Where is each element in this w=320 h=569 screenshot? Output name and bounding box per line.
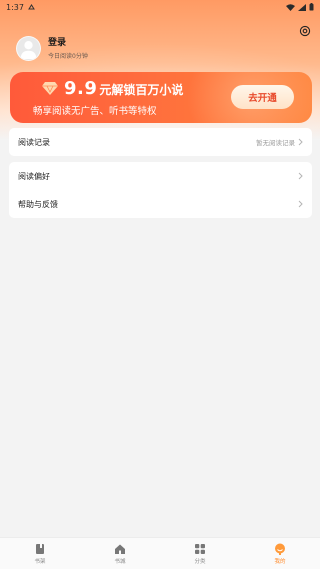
- signal-icon: [298, 3, 306, 11]
- default-avatar-icon: [20, 41, 37, 59]
- reading-preferences-row[interactable]: 阅读偏好: [9, 162, 312, 190]
- reading-history-card: 阅读记录 暂无阅读记录: [9, 128, 312, 156]
- status-time: 1:37: [6, 2, 24, 12]
- chevron-right-icon: [298, 200, 303, 208]
- vip-promo-banner[interactable]: 9.9 元解锁百万小说 畅享阅读无广告、听书等特权 去开通: [10, 72, 312, 123]
- bottom-tab-bar: 书架 书城 分类 我的: [0, 537, 320, 569]
- profile-icon: [275, 543, 285, 555]
- home-icon: [115, 544, 125, 554]
- reading-history-row[interactable]: 阅读记录 暂无阅读记录: [9, 128, 312, 156]
- settings-icon: [299, 25, 311, 37]
- tab-bookshelf-label: 书架: [34, 558, 46, 565]
- notification-icon: [28, 4, 35, 10]
- tab-bookshelf[interactable]: 书架: [0, 543, 80, 565]
- help-feedback-label: 帮助与反馈: [18, 199, 58, 209]
- status-bar: 1:37: [0, 0, 320, 14]
- reading-history-label: 阅读记录: [18, 137, 50, 147]
- open-vip-button[interactable]: 去开通: [231, 85, 294, 109]
- settings-button[interactable]: [299, 22, 311, 37]
- login-label[interactable]: 登录: [48, 37, 88, 49]
- vip-price: 9.9: [64, 78, 98, 99]
- category-grid-icon: [195, 543, 205, 554]
- vip-title-text: 元解锁百万小说: [99, 83, 184, 97]
- reading-preferences-label: 阅读偏好: [18, 171, 50, 181]
- wifi-icon: [286, 3, 295, 11]
- tab-bookstore[interactable]: 书城: [80, 543, 160, 565]
- vip-title: 9.9 元解锁百万小说: [64, 78, 183, 99]
- settings-card: 阅读偏好 帮助与反馈: [9, 162, 312, 218]
- tab-mine[interactable]: 我的: [240, 543, 320, 565]
- battery-icon: [309, 3, 314, 11]
- reading-time-text: 今日阅读0分钟: [48, 53, 88, 60]
- avatar[interactable]: [16, 36, 41, 61]
- profile-header[interactable]: 登录 今日阅读0分钟: [16, 36, 88, 61]
- chevron-right-icon: [298, 172, 303, 180]
- tab-bookstore-label: 书城: [114, 558, 126, 565]
- chevron-right-icon: [298, 138, 303, 146]
- help-feedback-row[interactable]: 帮助与反馈: [9, 190, 312, 218]
- tab-category-label: 分类: [194, 558, 206, 565]
- reading-history-hint: 暂无阅读记录: [256, 139, 295, 147]
- tab-mine-label: 我的: [274, 558, 286, 565]
- bookshelf-icon: [36, 543, 44, 554]
- diamond-icon: [42, 82, 58, 95]
- vip-subtitle: 畅享阅读无广告、听书等特权: [33, 106, 157, 117]
- tab-category[interactable]: 分类: [160, 543, 240, 565]
